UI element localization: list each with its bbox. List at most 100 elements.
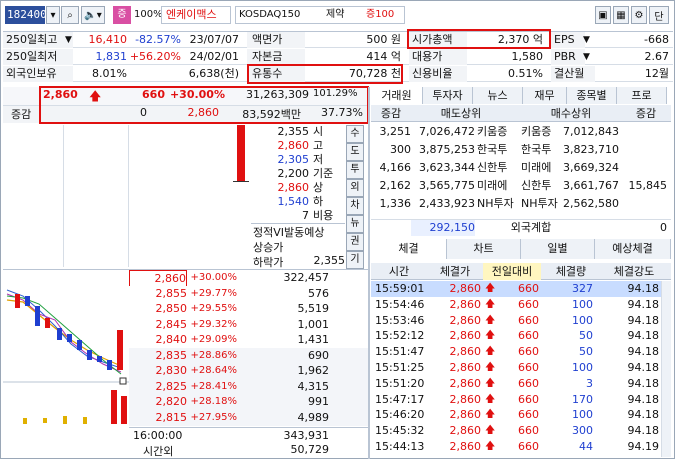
orderbook-row[interactable]: 2,845 +29.32% 1,001: [129, 316, 369, 333]
total-qty: 343,931: [283, 429, 330, 442]
tick-qty: 100: [572, 361, 593, 374]
tick-diff: 660: [518, 297, 539, 311]
tick-row[interactable]: 15:51:25 2,860 660 100 94.18 🡅: [371, 360, 671, 376]
dan-button[interactable]: 단: [649, 6, 669, 24]
info-value: 1,580: [511, 50, 544, 63]
tick-price: 2,860: [449, 361, 482, 374]
dropdown-icon[interactable]: ▾: [46, 6, 60, 24]
broker-cell-inc: 4,166: [379, 161, 412, 174]
side-tab-3[interactable]: 외: [346, 179, 364, 197]
tick-row[interactable]: 15:59:01 2,860 660 327 94.18 🡅: [371, 281, 671, 297]
info-label: PBR: [551, 49, 585, 65]
side-tab-5[interactable]: 뉴: [346, 215, 364, 233]
orderbook-row[interactable]: 2,825 +28.41% 4,315: [129, 378, 369, 395]
broker-tab-2[interactable]: 뉴스: [473, 87, 523, 104]
stock-code-field[interactable]: 182400: [5, 6, 47, 24]
tick-tab-1[interactable]: 차트: [447, 239, 521, 259]
price-highlight: [39, 86, 369, 124]
broker-tab-5[interactable]: 프로: [617, 87, 667, 104]
broker-tab-0[interactable]: 거래원: [371, 87, 423, 104]
dropdown-icon[interactable]: ▼: [583, 49, 590, 65]
float-shares-highlight: [247, 64, 403, 84]
side-tab-1[interactable]: 도: [346, 143, 364, 161]
orderbook-row[interactable]: 2,855 +29.77% 576: [129, 285, 369, 302]
market-cap-highlight: [407, 29, 551, 49]
vi-panel: 정적VI발동예상 상승가 하락가 2,355: [251, 223, 345, 269]
after-hours-label: 시간외: [143, 445, 174, 458]
orderbook-qty: 991: [308, 395, 329, 408]
orderbook-row[interactable]: 2,840 +29.09% 1,431: [129, 332, 369, 348]
tick-scrollbar[interactable]: [661, 281, 671, 457]
broker-tab-4[interactable]: 종목별: [567, 87, 617, 104]
side-tab-0[interactable]: 수: [346, 125, 364, 143]
orderbook-price: 2,835: [155, 348, 188, 362]
orderbook-row[interactable]: 2,835 +28.86% 690: [129, 347, 369, 364]
orderbook-qty: 5,519: [297, 302, 330, 315]
info-value: 6,638(천): [188, 67, 239, 80]
broker-row[interactable]: 2,162 3,565,775 미래에 신한투 3,661,767 15,845: [371, 177, 671, 194]
tick-time: 15:51:47: [375, 345, 425, 359]
tick-time: 15:51:20: [375, 376, 425, 390]
tick-row[interactable]: 15:51:47 2,860 660 50 94.18 🡅: [371, 344, 671, 360]
summary-value: 1,540: [277, 195, 310, 208]
orderbook-row[interactable]: 2,860 +30.00% 322,457: [129, 270, 369, 288]
tick-row[interactable]: 15:47:17 2,860 660 170 94.18 🡅: [371, 392, 671, 408]
broker-cell-inc2: 15,845: [628, 179, 668, 192]
col-header: 체결가: [439, 265, 471, 278]
tick-row[interactable]: 15:45:32 2,860 660 300 94.18 🡅: [371, 423, 671, 439]
broker-cell-buy_qty: 3,823,710: [563, 143, 619, 156]
broker-cell-sell_qty: 7,026,472: [419, 125, 475, 138]
info-label: 자본금: [247, 49, 305, 65]
search-icon[interactable]: ⌕: [61, 6, 79, 24]
broker-row[interactable]: 1,336 2,433,923 NH투자 NH투자 2,562,580: [371, 195, 671, 212]
window-icon[interactable]: ▣: [595, 6, 611, 24]
tick-row[interactable]: 15:51:20 2,860 660 3 94.18 🡅: [371, 376, 671, 392]
margin-label: 증100: [366, 9, 395, 20]
broker-cell-buy_qty: 3,669,324: [563, 161, 619, 174]
orderbook-row[interactable]: 2,820 +28.18% 991: [129, 394, 369, 410]
tick-tab-2[interactable]: 일별: [521, 239, 595, 259]
gear-icon[interactable]: ⚙: [631, 6, 647, 24]
broker-tab-3[interactable]: 재무: [523, 87, 567, 104]
broker-tab-1[interactable]: 투자자: [423, 87, 473, 104]
orderbook-rate: +28.86%: [190, 349, 237, 361]
orderbook-price: 2,855: [155, 286, 188, 300]
summary-row: 7 비용: [249, 209, 345, 223]
dropdown-icon[interactable]: ▼: [65, 32, 72, 48]
orderbook-row[interactable]: 2,850 +29.55% 5,519: [129, 301, 369, 317]
tick-row[interactable]: 15:46:20 2,860 660 100 94.18 🡅: [371, 407, 671, 423]
side-tab-6[interactable]: 권: [346, 233, 364, 251]
orderbook-row[interactable]: 2,815 +27.95% 4,989: [129, 409, 369, 426]
tick-row[interactable]: 15:52:12 2,860 660 50 94.18 🡅: [371, 328, 671, 344]
tick-tab-3[interactable]: 예상체결: [595, 239, 671, 259]
tick-tab-0[interactable]: 체결: [371, 239, 447, 259]
tick-row[interactable]: 15:54:46 2,860 660 100 94.18 🡅: [371, 297, 671, 313]
info-panel: 250일최고 ▼ 16,410 -82.57% 23/07/07 액면가 500…: [3, 29, 673, 84]
col-header: 전일대비: [483, 263, 541, 280]
dropdown-icon[interactable]: ▼: [583, 32, 590, 48]
side-tab-4[interactable]: 차: [346, 197, 364, 215]
summary-key: 비용: [313, 209, 334, 222]
stock-name-field[interactable]: 엔케이맥스: [161, 6, 231, 24]
up-arrow-icon: 🡅: [485, 441, 496, 452]
tick-price: 2,860: [449, 376, 482, 390]
orderbook-rate: +29.55%: [190, 303, 237, 314]
orderbook-row[interactable]: 2,830 +28.64% 1,962: [129, 363, 369, 379]
broker-cell-buy: NH투자: [521, 197, 558, 210]
speaker-icon[interactable]: 🔈▾: [81, 6, 105, 24]
side-tab-7[interactable]: 기: [346, 251, 364, 269]
orderbook-price: 2,815: [155, 410, 188, 424]
info-value: 414 억: [366, 50, 401, 63]
tick-row[interactable]: 15:44:13 2,860 660 44 94.19 🡅: [371, 439, 671, 455]
side-tab-2[interactable]: 투: [346, 161, 364, 179]
grid-icon[interactable]: ▦: [613, 6, 629, 24]
broker-row[interactable]: 3,251 7,026,472 키움증 키움증 7,012,843: [371, 123, 671, 140]
info-value: 2.67: [644, 50, 670, 63]
col-header: 체결량: [555, 265, 587, 278]
tick-row[interactable]: 15:53:46 2,860 660 100 94.18 🡅: [371, 313, 671, 329]
broker-row[interactable]: 300 3,875,253 한국투 한국투 3,823,710: [371, 141, 671, 158]
broker-row[interactable]: 4,166 3,623,344 신한투 미래에 3,669,324: [371, 159, 671, 176]
orderbook-rate: +29.32%: [190, 318, 237, 330]
tick-strength: 94.18: [627, 392, 660, 406]
info-value: 0.51%: [508, 67, 543, 80]
